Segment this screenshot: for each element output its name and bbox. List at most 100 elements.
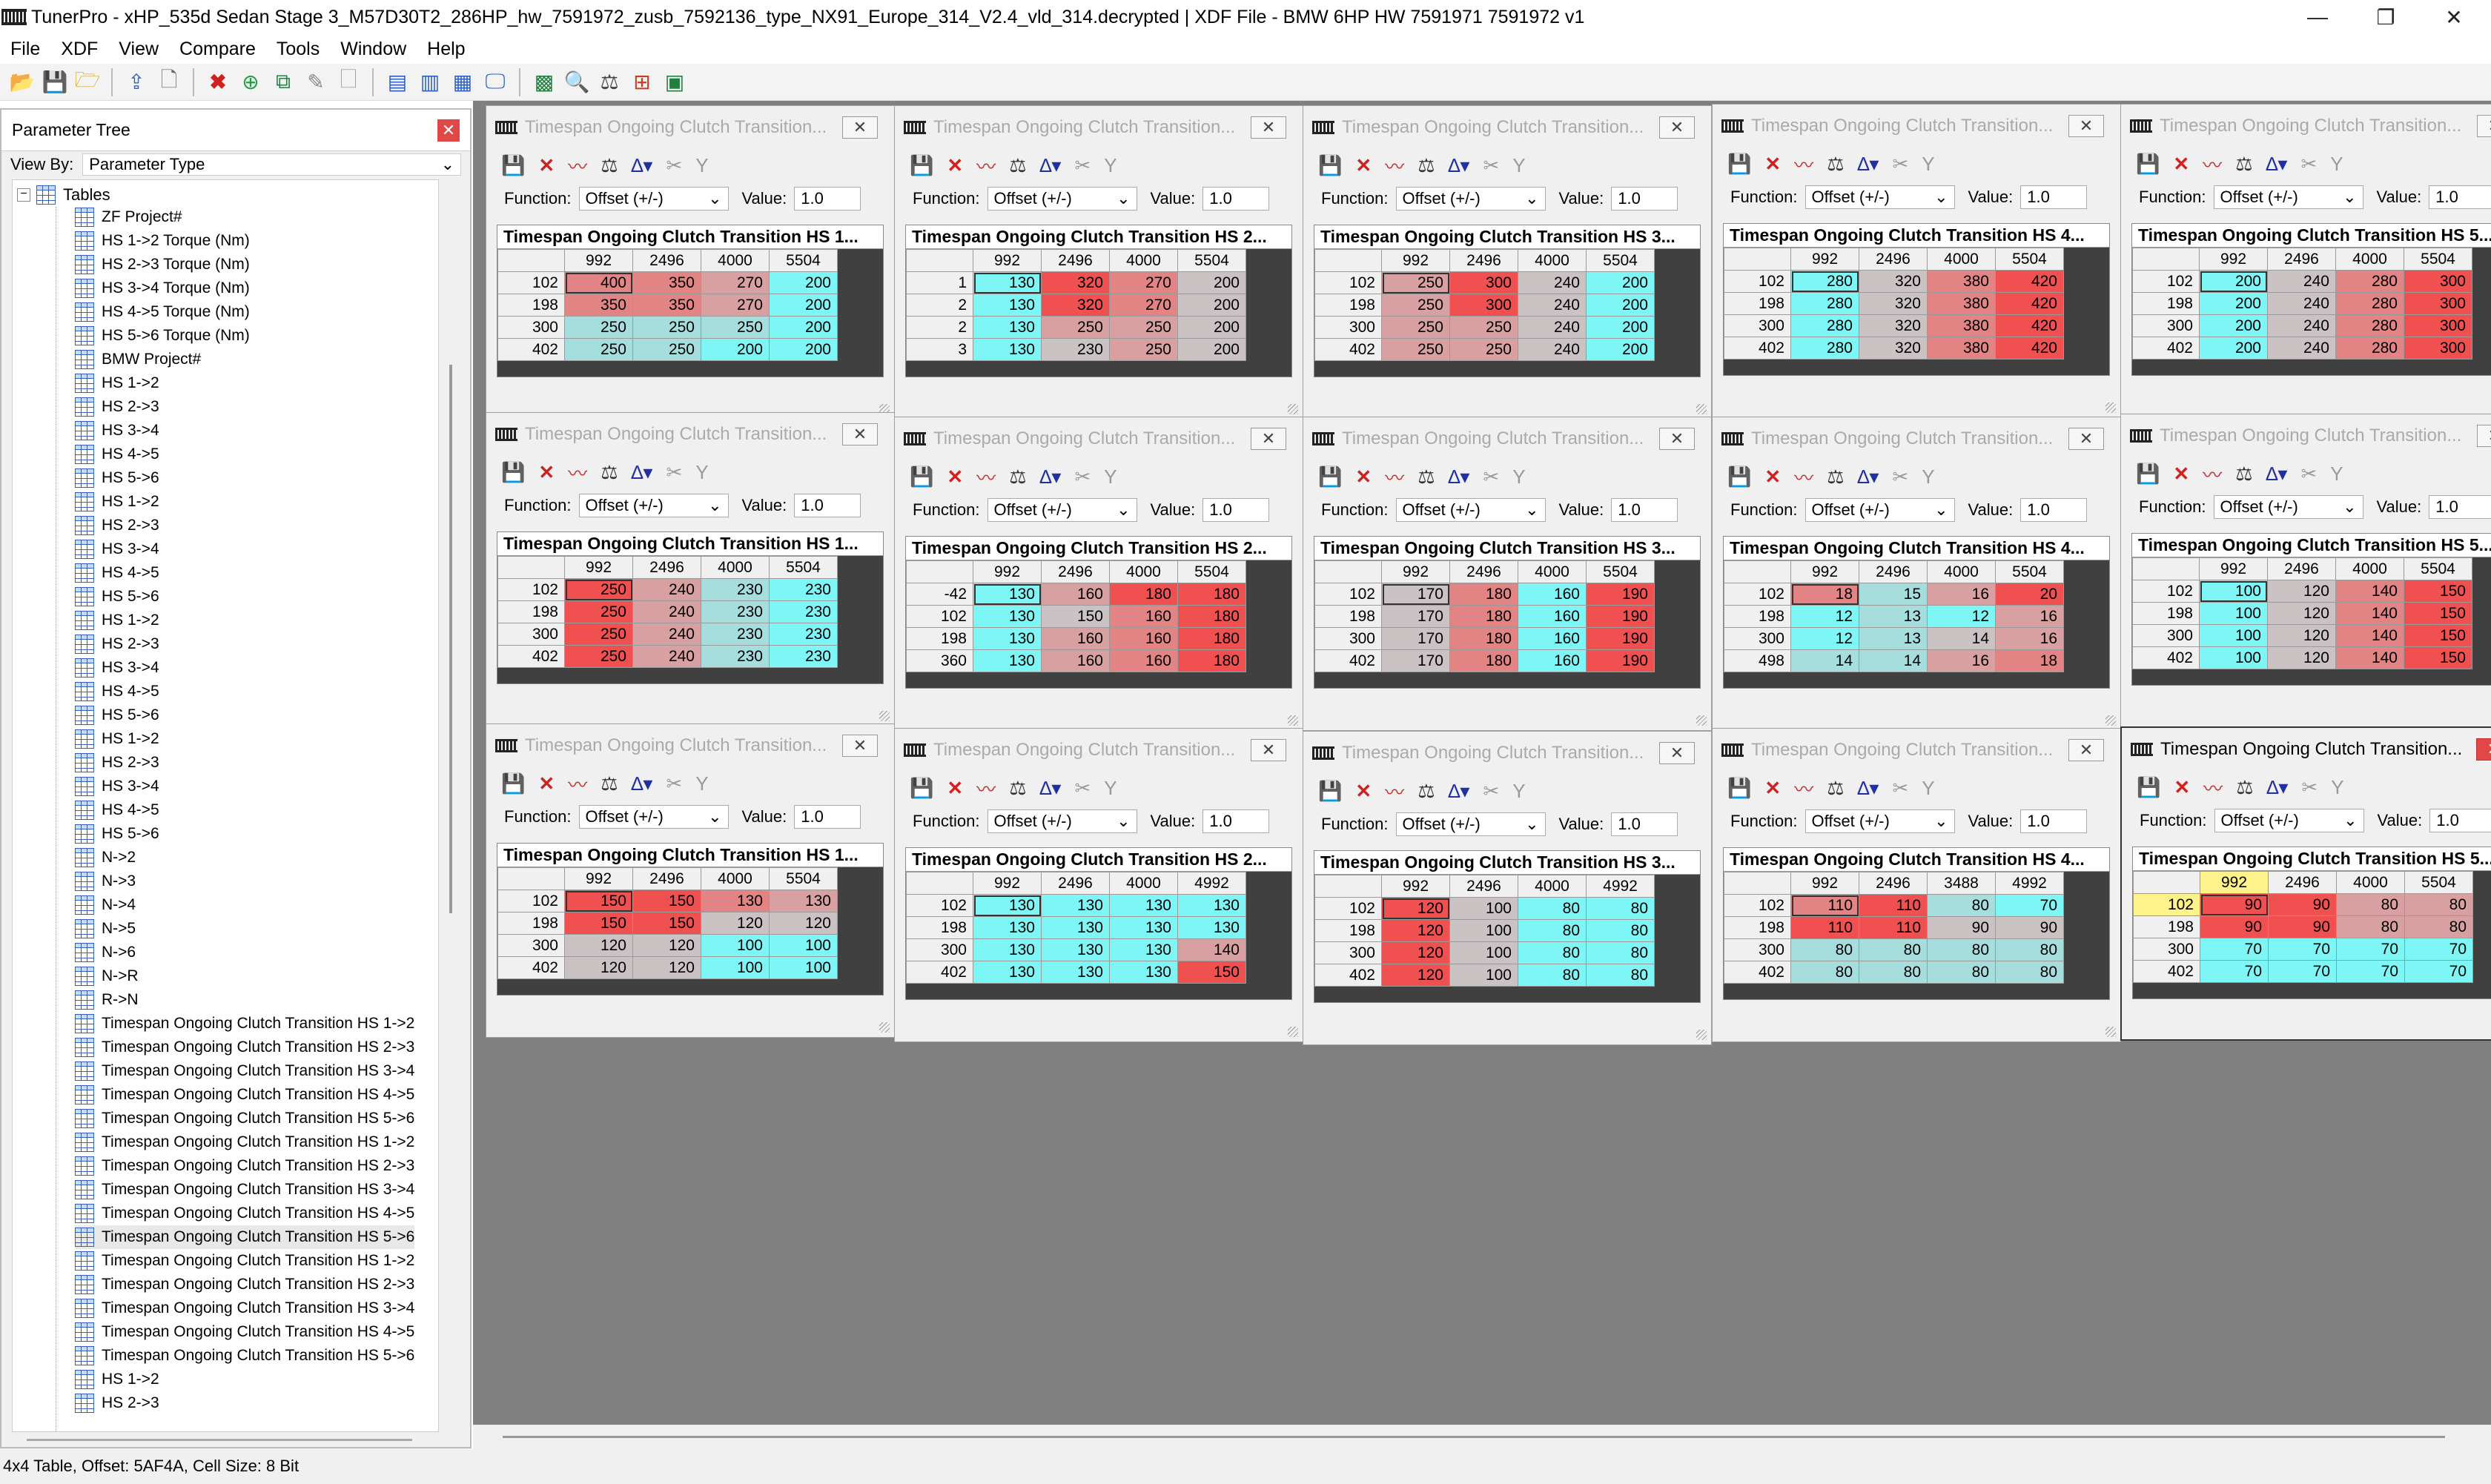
column-header[interactable]: 992 (1790, 248, 1859, 271)
table-cell[interactable]: 150 (2404, 602, 2472, 625)
table-cell[interactable]: 250 (564, 623, 633, 646)
column-header[interactable]: 4000 (1518, 875, 1587, 898)
table-cell[interactable]: 130 (1041, 916, 1110, 939)
table-cell[interactable]: 70 (1995, 894, 2064, 917)
fork-icon[interactable]: Y (695, 154, 708, 177)
delta-dropdown-icon[interactable]: ∆▾ (1449, 154, 1470, 177)
table-cell[interactable]: 240 (2267, 337, 2336, 360)
row-header[interactable]: 102 (906, 894, 973, 917)
table-cell[interactable]: 80 (1586, 897, 1655, 920)
close-icon[interactable]: ✕ (437, 119, 460, 142)
table-cell[interactable]: 200 (769, 316, 838, 339)
save-icon[interactable]: 💾 (2136, 153, 2160, 176)
table-cell[interactable]: 100 (701, 956, 770, 979)
column-header[interactable]: 2496 (1041, 249, 1110, 272)
table-cell[interactable]: 230 (769, 645, 838, 668)
table-window[interactable]: Timespan Ongoing Clutch Transition... ✕ 💾 ✕… (1303, 417, 1712, 731)
table-cell[interactable]: 130 (973, 316, 1042, 339)
column-header[interactable]: 4000 (1518, 560, 1587, 583)
value-input[interactable]: 1.0 (1203, 809, 1270, 833)
value-input[interactable]: 1.0 (1203, 498, 1270, 522)
table-window-titlebar[interactable]: Timespan Ongoing Clutch Transition... ✕ (486, 106, 894, 149)
row-header[interactable]: 300 (1314, 627, 1382, 650)
row-header[interactable]: 1 (906, 271, 973, 294)
delta-dropdown-icon[interactable]: ∆▾ (632, 154, 653, 177)
save-icon[interactable]: 💾 (2136, 463, 2160, 486)
fork-icon[interactable]: Y (1104, 154, 1117, 177)
close-icon[interactable]: ✕ (1659, 116, 1695, 139)
tree-horizontal-scrollbar[interactable] (12, 1434, 439, 1445)
table-window-titlebar[interactable]: Timespan Ongoing Clutch Transition... ✕ (895, 417, 1303, 460)
table-cell[interactable]: 160 (1109, 627, 1178, 650)
resize-grip-icon[interactable] (2105, 715, 2116, 726)
table-window[interactable]: Timespan Ongoing Clutch Transition... ✕ 💾 ✕… (1303, 731, 1712, 1045)
table-cell[interactable]: 120 (1381, 919, 1450, 942)
compare-icon[interactable]: ⚖ (2236, 776, 2253, 799)
table-cell[interactable]: 120 (564, 934, 633, 957)
row-header[interactable]: 300 (2133, 938, 2200, 961)
table-cell[interactable]: 130 (973, 961, 1042, 984)
column-header[interactable]: 4000 (1109, 560, 1178, 583)
resize-grip-icon[interactable] (1696, 1030, 1707, 1040)
table-cell[interactable]: 250 (564, 578, 633, 601)
table-cell[interactable]: 130 (1109, 916, 1178, 939)
close-red-x-icon[interactable]: ✕ (538, 461, 555, 484)
tree-item[interactable]: Timespan Ongoing Clutch Transition HS 2-… (75, 1273, 414, 1296)
table-cell[interactable]: 140 (2335, 580, 2404, 603)
table-cell[interactable]: 160 (1041, 649, 1110, 672)
table-cell[interactable]: 150 (564, 912, 633, 935)
table-cell[interactable]: 190 (1586, 605, 1655, 628)
delta-dropdown-icon[interactable]: ∆▾ (1040, 777, 1062, 800)
table-cell[interactable]: 100 (2199, 580, 2268, 603)
table-window[interactable]: Timespan Ongoing Clutch Transition... ✕ 💾 ✕… (2120, 104, 2491, 418)
close-red-x-icon[interactable]: ✕ (947, 154, 963, 177)
close-button[interactable]: ✕ (2420, 0, 2488, 34)
table-cell[interactable]: 130 (701, 890, 770, 912)
row-header[interactable]: 102 (2132, 580, 2200, 603)
table-cell[interactable]: 280 (2335, 314, 2404, 337)
function-select[interactable]: Offset (+/-) ⌄ (1395, 187, 1546, 211)
table-cell[interactable]: 200 (1586, 338, 1655, 361)
delta-dropdown-icon[interactable]: ∆▾ (632, 772, 653, 795)
column-header[interactable]: 992 (1381, 249, 1450, 272)
table-cell[interactable]: 150 (2404, 580, 2472, 603)
row-header[interactable]: 102 (1314, 897, 1382, 920)
table-cell[interactable]: 250 (1381, 271, 1450, 294)
table-cell[interactable]: 130 (973, 338, 1042, 361)
table-cell[interactable]: 120 (1381, 964, 1450, 987)
table-cell[interactable]: 80 (2404, 893, 2473, 916)
table-cell[interactable]: 180 (1177, 627, 1246, 650)
table-cell[interactable]: 300 (1449, 294, 1518, 317)
close-icon[interactable]: ✕ (1659, 428, 1695, 450)
table-cell[interactable]: 250 (1449, 338, 1518, 361)
table-cell[interactable]: 16 (1995, 605, 2064, 628)
close-red-x-icon[interactable]: ✕ (538, 772, 555, 795)
tree-item[interactable]: Timespan Ongoing Clutch Transition HS 5-… (75, 1107, 414, 1130)
row-header[interactable]: 300 (497, 623, 565, 646)
table-cell[interactable]: 70 (2268, 938, 2337, 961)
table-cell[interactable]: 280 (1790, 292, 1859, 315)
table-window-titlebar[interactable]: Timespan Ongoing Clutch Transition... ✕ (1303, 732, 1711, 775)
column-header[interactable]: 2496 (2268, 871, 2337, 894)
graph-icon[interactable]: 〰 (1794, 775, 1813, 802)
table-window[interactable]: Timespan Ongoing Clutch Transition... ✕ 💾 ✕… (1712, 104, 2121, 418)
table-cell[interactable]: 250 (1381, 316, 1450, 339)
column-header[interactable]: 2496 (632, 867, 701, 890)
table-cell[interactable]: 160 (1518, 627, 1587, 650)
tree-item[interactable]: HS 1->2 Torque (Nm) (75, 229, 250, 253)
table-cell[interactable]: 280 (2335, 292, 2404, 315)
save-icon[interactable]: 💾 (1318, 154, 1342, 177)
row-header[interactable]: 198 (497, 600, 565, 623)
row-header[interactable]: 198 (497, 294, 565, 317)
table-cell[interactable]: 120 (769, 912, 838, 935)
table-cell[interactable]: 350 (564, 294, 633, 317)
column-header[interactable]: 4000 (1109, 249, 1178, 272)
function-select[interactable]: Offset (+/-) ⌄ (1395, 812, 1546, 836)
save-icon[interactable]: 💾 (1318, 466, 1342, 488)
open-folder-icon[interactable]: 📂 (7, 67, 37, 97)
compare-icon[interactable]: ⚖ (1009, 154, 1026, 177)
column-header[interactable]: 2496 (2267, 248, 2336, 271)
table-cell[interactable]: 110 (1859, 894, 1928, 917)
close-icon[interactable]: ✕ (1659, 742, 1695, 764)
table-cell[interactable]: 80 (1927, 938, 1996, 961)
